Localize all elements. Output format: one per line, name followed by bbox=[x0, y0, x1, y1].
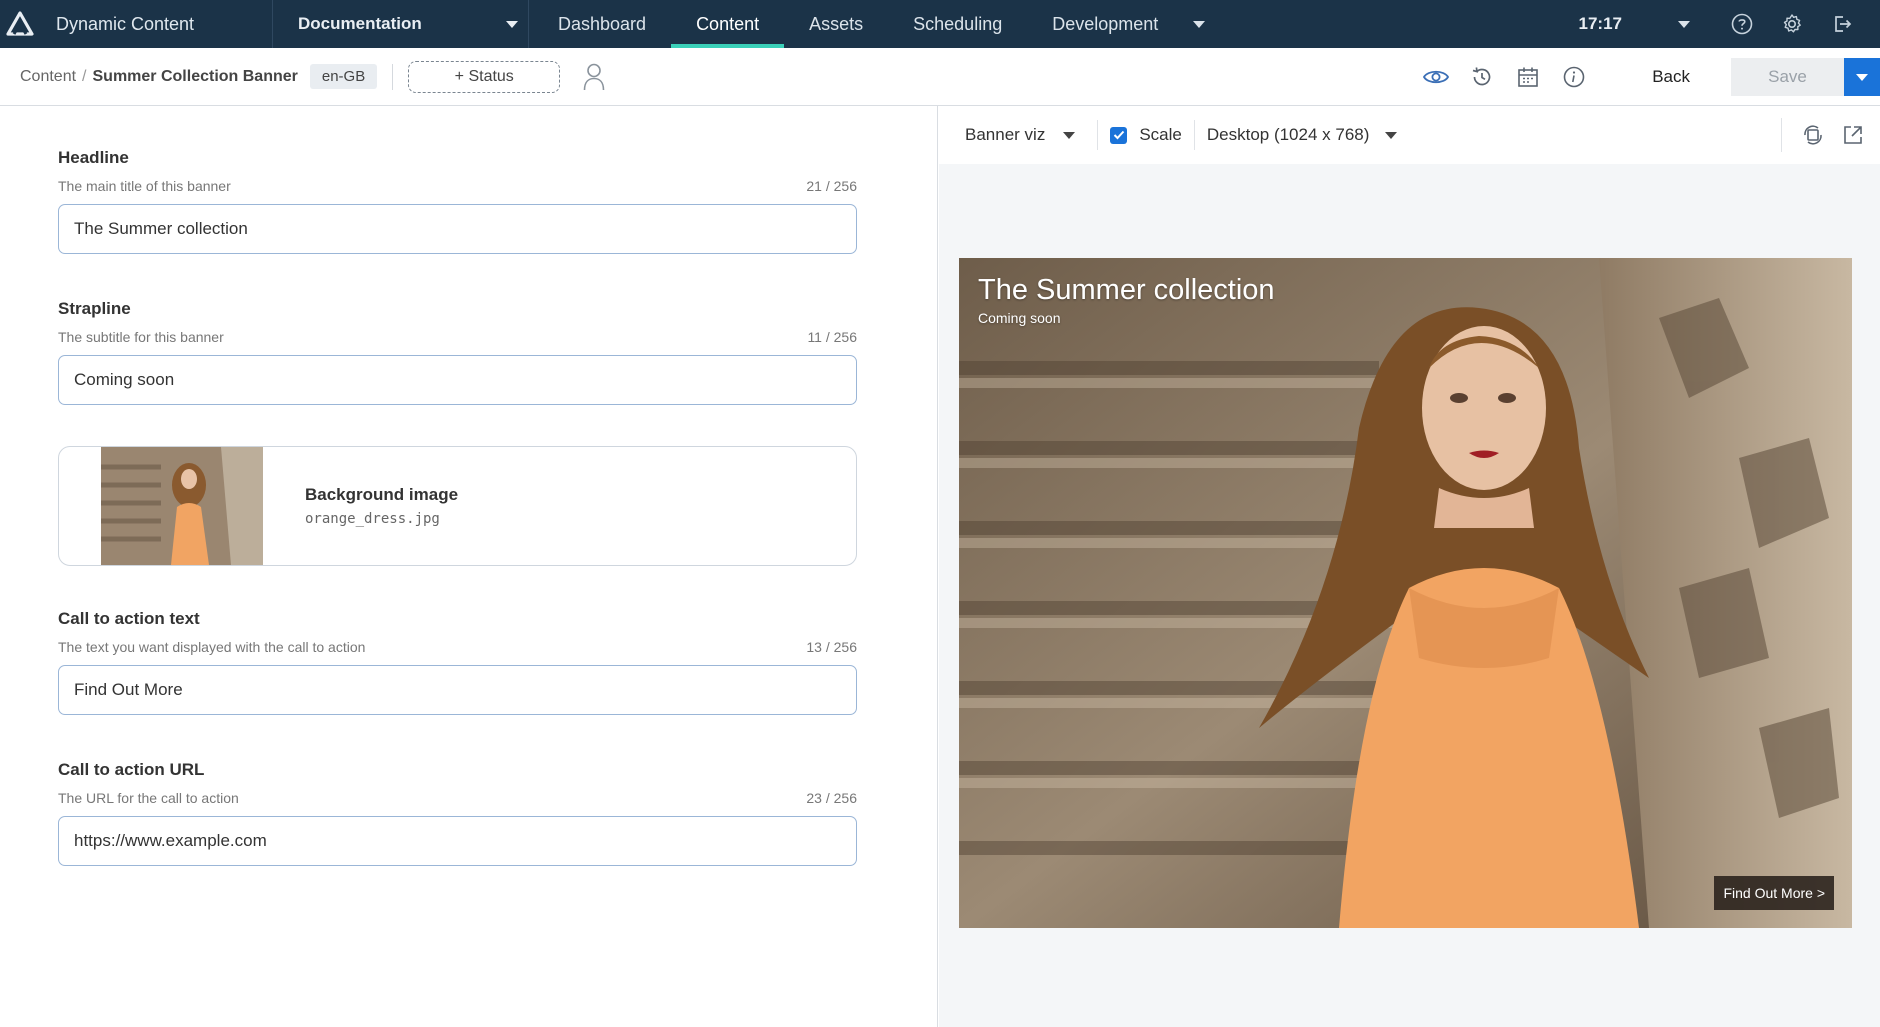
strapline-label: Strapline bbox=[58, 299, 131, 318]
history-icon[interactable] bbox=[1468, 63, 1496, 91]
cta-url-field: Call to action URL The URL for the call … bbox=[58, 760, 857, 866]
chevron-down-icon bbox=[1193, 20, 1206, 28]
cta-text-label: Call to action text bbox=[58, 609, 200, 628]
background-image-thumbnail bbox=[101, 447, 263, 565]
visualization-select[interactable]: Banner viz bbox=[939, 125, 1076, 145]
chevron-down-icon bbox=[1385, 131, 1398, 139]
main-tabs: Dashboard Content Assets Scheduling Deve… bbox=[533, 0, 1215, 48]
preview-pane: Banner viz Scale Desktop (1024 x 768) Th… bbox=[939, 106, 1880, 1027]
help-icon[interactable] bbox=[1730, 12, 1754, 36]
cta-text-help-text: The text you want displayed with the cal… bbox=[58, 639, 366, 655]
headline-label: Headline bbox=[58, 148, 129, 167]
cta-url-help-text: The URL for the call to action bbox=[58, 790, 239, 806]
cta-url-description: The URL for the call to action 23 / 256 bbox=[58, 790, 857, 806]
rotate-device-icon[interactable] bbox=[1800, 122, 1826, 148]
scale-label: Scale bbox=[1139, 125, 1182, 144]
save-button[interactable]: Save bbox=[1731, 58, 1844, 96]
preview-divider bbox=[1193, 120, 1195, 150]
clock: 17:17 bbox=[1578, 14, 1622, 33]
chevron-down-icon bbox=[1678, 20, 1690, 28]
info-icon[interactable] bbox=[1560, 63, 1588, 91]
cta-url-char-count: 23 / 256 bbox=[806, 790, 857, 806]
status-button[interactable]: + Status bbox=[408, 60, 561, 93]
app-logo-icon bbox=[6, 11, 34, 36]
background-image-meta: Background image orange_dress.jpg bbox=[305, 485, 458, 527]
cta-url-input[interactable]: https://www.example.com bbox=[58, 816, 857, 866]
background-image-title: Background image bbox=[305, 485, 459, 504]
preview-eye-icon[interactable] bbox=[1422, 63, 1450, 91]
back-button[interactable]: Back bbox=[1652, 67, 1690, 87]
cta-url-label: Call to action URL bbox=[58, 760, 205, 779]
scale-checkbox[interactable] bbox=[1110, 126, 1128, 144]
tab-scheduling[interactable]: Scheduling bbox=[888, 0, 1027, 48]
chevron-down-icon bbox=[1856, 73, 1868, 81]
background-image-card[interactable]: Background image orange_dress.jpg bbox=[58, 446, 857, 566]
banner-headline: The Summer collection bbox=[978, 274, 1275, 306]
preview-divider bbox=[1781, 118, 1782, 152]
chevron-down-icon bbox=[1063, 131, 1076, 139]
gear-icon[interactable] bbox=[1780, 12, 1804, 36]
visualization-label: Banner viz bbox=[965, 125, 1046, 144]
headline-field: Headline The main title of this banner 2… bbox=[58, 148, 857, 254]
headline-char-count: 21 / 256 bbox=[806, 178, 857, 194]
cta-text-description: The text you want displayed with the cal… bbox=[58, 639, 857, 655]
breadcrumb-current: Summer Collection Banner bbox=[92, 67, 298, 85]
tab-content[interactable]: Content bbox=[671, 0, 785, 48]
locale-badge[interactable]: en-GB bbox=[309, 64, 378, 89]
preview-divider bbox=[1097, 120, 1099, 150]
headline-description: The main title of this banner 21 / 256 bbox=[58, 178, 857, 194]
headline-help-text: The main title of this banner bbox=[58, 178, 231, 194]
banner-preview: The Summer collection Coming soon Find O… bbox=[959, 258, 1852, 928]
strapline-char-count: 11 / 256 bbox=[807, 329, 857, 345]
device-select[interactable]: Desktop (1024 x 768) bbox=[1207, 125, 1398, 145]
more-tabs-button[interactable] bbox=[1183, 0, 1215, 48]
brand[interactable]: Dynamic Content bbox=[0, 0, 273, 48]
content-form: Headline The main title of this banner 2… bbox=[0, 106, 938, 1027]
headline-input[interactable]: The Summer collection bbox=[58, 204, 857, 254]
tab-development[interactable]: Development bbox=[1027, 0, 1183, 48]
cta-text-field: Call to action text The text you want di… bbox=[58, 609, 857, 715]
content-toolbar: Content / Summer Collection Banner en-GB… bbox=[0, 48, 1880, 106]
toolbar-divider bbox=[392, 63, 394, 90]
toolbar-actions: Back Save bbox=[1404, 48, 1880, 106]
banner-cta-button[interactable]: Find Out More > bbox=[1714, 876, 1834, 910]
banner-strapline: Coming soon bbox=[978, 310, 1061, 326]
logout-icon[interactable] bbox=[1830, 12, 1854, 36]
top-navigation-bar: Dynamic Content Documentation Dashboard … bbox=[0, 0, 1880, 48]
device-label: Desktop (1024 x 768) bbox=[1206, 125, 1370, 144]
cta-text-input[interactable]: Find Out More bbox=[58, 665, 857, 715]
tab-assets[interactable]: Assets bbox=[784, 0, 888, 48]
preview-tools bbox=[1781, 106, 1880, 164]
assignee-user-icon[interactable] bbox=[582, 62, 606, 92]
tab-dashboard[interactable]: Dashboard bbox=[533, 0, 671, 48]
top-right-tools: 17:17 bbox=[1579, 0, 1880, 48]
hub-label: Documentation bbox=[298, 14, 422, 33]
scale-toggle[interactable]: Scale bbox=[1110, 125, 1182, 145]
calendar-icon[interactable] bbox=[1514, 63, 1542, 91]
preview-toolbar: Banner viz Scale Desktop (1024 x 768) bbox=[939, 106, 1880, 164]
chevron-down-icon bbox=[506, 20, 518, 28]
app-name: Dynamic Content bbox=[56, 13, 195, 34]
strapline-input[interactable]: Coming soon bbox=[58, 355, 857, 405]
strapline-description: The subtitle for this banner 11 / 256 bbox=[58, 329, 857, 345]
background-image-filename: orange_dress.jpg bbox=[305, 511, 440, 527]
breadcrumb: Content / Summer Collection Banner en-GB bbox=[0, 64, 378, 89]
cta-text-char-count: 13 / 256 bbox=[806, 639, 857, 655]
strapline-help-text: The subtitle for this banner bbox=[58, 329, 224, 345]
breadcrumb-separator: / bbox=[82, 67, 87, 85]
breadcrumb-root[interactable]: Content bbox=[20, 68, 76, 86]
banner-background-image bbox=[959, 258, 1852, 928]
open-external-icon[interactable] bbox=[1840, 122, 1866, 148]
hub-selector[interactable]: Documentation bbox=[273, 0, 529, 48]
save-options-button[interactable] bbox=[1844, 58, 1880, 96]
strapline-field: Strapline The subtitle for this banner 1… bbox=[58, 299, 857, 405]
clock-menu-button[interactable] bbox=[1678, 20, 1690, 28]
